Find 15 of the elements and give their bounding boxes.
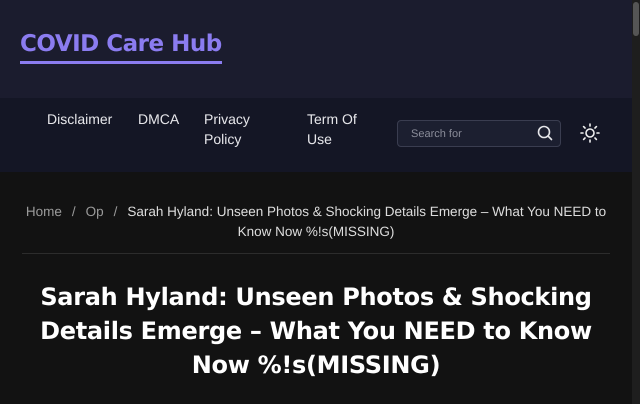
- site-logo[interactable]: COVID Care Hub: [20, 30, 222, 64]
- breadcrumb-current: Sarah Hyland: Unseen Photos & Shocking Details Emerge – What You NEED to Know Now %!s(MISSING): [127, 204, 606, 239]
- nav-link[interactable]: DMCA: [138, 109, 198, 129]
- article-title: Sarah Hyland: Unseen Photos & Shocking Details Emerge – What You NEED to Know Now %!s(MISSING): [40, 282, 592, 381]
- search-field[interactable]: Search for: [397, 120, 561, 147]
- scrollbar[interactable]: [632, 0, 640, 404]
- sun-icon[interactable]: [580, 123, 600, 143]
- nav-link[interactable]: Term Of Use: [307, 109, 367, 149]
- search-icon[interactable]: [537, 125, 553, 141]
- breadcrumb-link[interactable]: Op: [86, 204, 104, 219]
- breadcrumb-separator: /: [114, 204, 118, 219]
- nav-link[interactable]: Disclaimer: [47, 109, 138, 129]
- breadcrumb-link[interactable]: Home: [26, 204, 62, 219]
- nav-link[interactable]: Privacy Policy: [204, 109, 264, 149]
- breadcrumb-separator: /: [72, 204, 76, 219]
